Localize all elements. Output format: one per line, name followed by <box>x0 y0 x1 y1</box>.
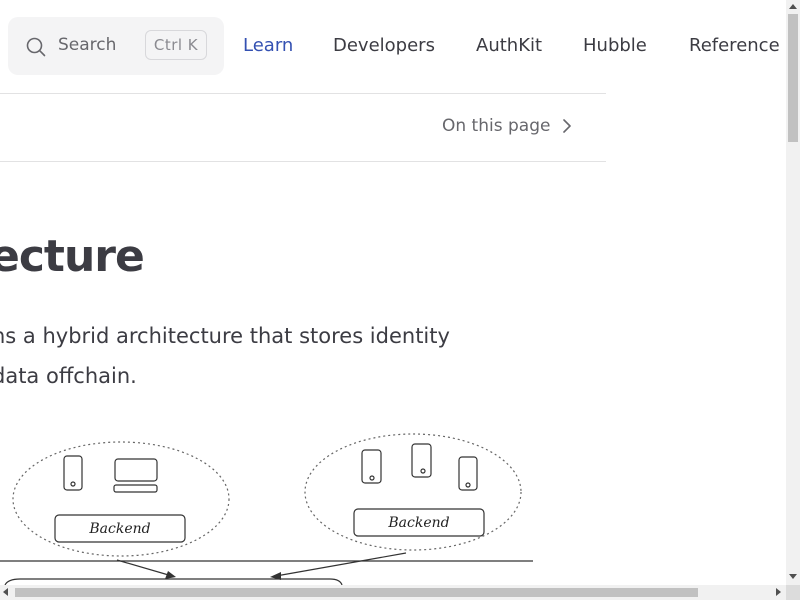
nav-link-reference[interactable]: Reference <box>689 35 780 56</box>
right-backend-label: Backend <box>387 515 449 531</box>
search-button[interactable]: Search Ctrl K <box>8 17 224 75</box>
scroll-up-icon[interactable] <box>789 4 797 9</box>
horizontal-scrollbar[interactable] <box>0 585 786 600</box>
page-viewport: Search Ctrl K Learn Developers AuthKit H… <box>0 0 786 585</box>
right-cluster-outline <box>304 433 522 551</box>
left-arrow <box>116 559 173 577</box>
nav-link-developers[interactable]: Developers <box>333 35 435 56</box>
architecture-diagram: Backend Backend <box>0 433 533 585</box>
vertical-scroll-thumb[interactable] <box>788 14 798 142</box>
vertical-scrollbar[interactable] <box>786 0 800 585</box>
intro-line-1: ns a hybrid architecture that stores ide… <box>0 324 450 348</box>
right-arrow <box>275 552 407 577</box>
left-backend-label: Backend <box>88 521 150 537</box>
horizontal-scroll-thumb[interactable] <box>15 588 698 597</box>
page-title: ecture <box>0 231 145 282</box>
scroll-left-icon[interactable] <box>3 588 8 596</box>
nav-link-learn[interactable]: Learn <box>243 35 293 56</box>
scrollbar-corner <box>786 585 800 600</box>
search-shortcut: Ctrl K <box>145 30 207 60</box>
on-this-page-label: On this page <box>442 116 551 136</box>
left-keyboard <box>113 484 158 493</box>
scroll-right-icon[interactable] <box>776 588 781 596</box>
intro-paragraph: ns a hybrid architecture that stores ide… <box>0 316 512 396</box>
left-phone <box>63 455 83 491</box>
left-monitor <box>114 458 158 482</box>
on-this-page-button[interactable]: On this page <box>442 116 572 136</box>
divider-top <box>0 93 606 94</box>
search-icon <box>26 37 46 57</box>
intro-line-2: data offchain. <box>0 364 137 388</box>
search-label: Search <box>58 35 117 55</box>
right-phone-3 <box>458 456 478 491</box>
divider-bottom <box>0 161 606 162</box>
nav-link-hubble[interactable]: Hubble <box>583 35 647 56</box>
right-phone-1 <box>361 449 382 484</box>
chevron-right-icon <box>563 119 572 133</box>
scroll-down-icon[interactable] <box>789 574 797 579</box>
nav-link-authkit[interactable]: AuthKit <box>476 35 542 56</box>
